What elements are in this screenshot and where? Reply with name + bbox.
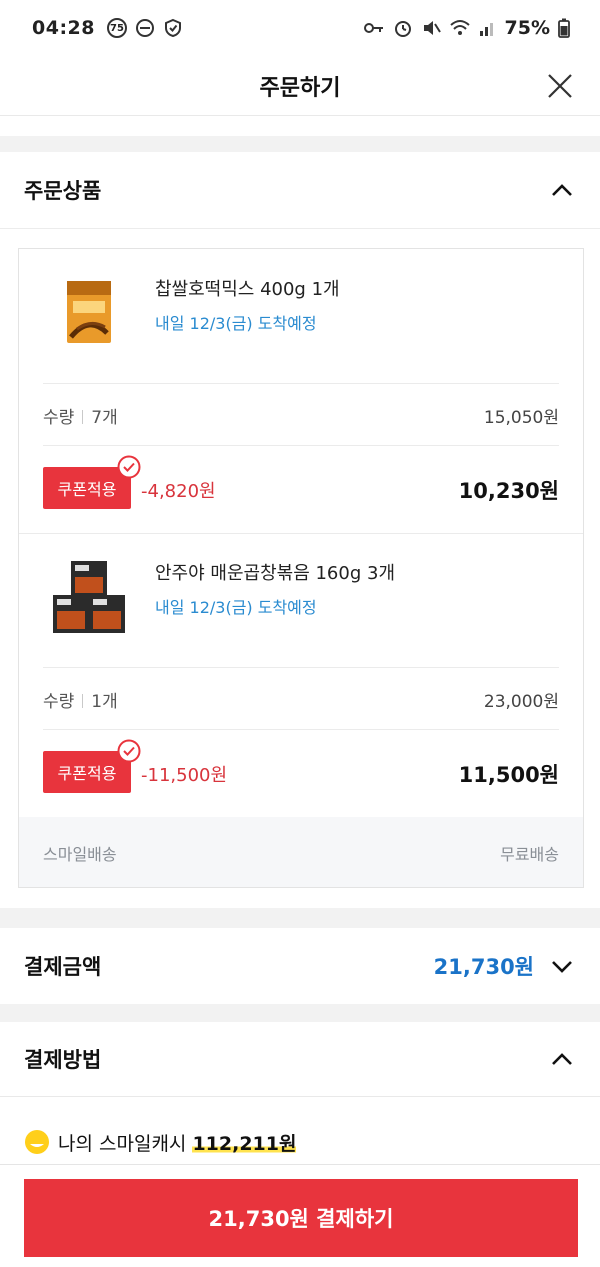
payment-method-title: 결제방법 <box>24 1048 102 1072</box>
close-icon[interactable] <box>544 70 576 102</box>
chevron-up-icon[interactable] <box>548 176 576 204</box>
section-divider <box>0 1004 600 1022</box>
divider <box>43 383 559 384</box>
order-item: 안주야 매운곱창볶음 160g 3개 내일 12/3(금) 도착예정 수량 1개 … <box>19 533 583 817</box>
shipping-method: 스마일배송 <box>43 845 117 864</box>
dnd-icon <box>135 19 154 37</box>
wifi-icon <box>449 20 470 35</box>
divider <box>0 228 600 229</box>
product-thumbnail <box>67 281 111 343</box>
product-row[interactable]: 안주야 매운곱창볶음 160g 3개 내일 12/3(금) 도착예정 <box>19 533 583 667</box>
discount-amount: -4,820원 <box>141 481 216 502</box>
battery-icon <box>558 18 570 38</box>
order-section-title: 주문상품 <box>24 179 102 203</box>
order-section-header[interactable]: 주문상품 <box>0 152 600 228</box>
quantity-value: 1개 <box>91 692 118 712</box>
alarm-icon <box>394 21 411 37</box>
smile-cash-amount: 112,211원 <box>192 1133 297 1155</box>
chevron-down-icon[interactable] <box>548 952 576 980</box>
payment-method-header[interactable]: 결제방법 <box>0 1022 600 1096</box>
discount-amount: -11,500원 <box>141 765 228 786</box>
check-circle-icon <box>117 455 141 479</box>
quantity-label-text: 수량 <box>43 692 75 712</box>
shipping-row: 스마일배송 무료배송 <box>19 817 583 887</box>
status-bar: 04:28 75 75% <box>0 0 600 56</box>
status-time: 04:28 <box>32 17 95 39</box>
divider <box>43 729 559 730</box>
delivery-estimate: 내일 12/3(금) 도착예정 <box>155 598 317 617</box>
signal-icon <box>479 23 493 36</box>
check-circle-icon <box>117 739 141 763</box>
quantity-label-text: 수량 <box>43 408 75 428</box>
shipping-fee: 무료배송 <box>500 845 559 864</box>
pay-button[interactable]: 21,730원 결제하기 <box>24 1179 578 1257</box>
chevron-up-icon[interactable] <box>548 1045 576 1073</box>
product-name: 안주야 매운곱창볶음 160g 3개 <box>155 563 395 584</box>
quantity-label: 수량 1개 <box>43 687 118 712</box>
divider <box>43 445 559 446</box>
final-price: 11,500원 <box>458 763 559 787</box>
quantity-value: 7개 <box>91 408 118 428</box>
shield-icon <box>164 18 181 38</box>
quantity-label: 수량 7개 <box>43 403 118 428</box>
order-items-box: 찹쌀호떡믹스 400g 1개 내일 12/3(금) 도착예정 수량 7개 15,0… <box>18 248 584 888</box>
product-name: 찹쌀호떡믹스 400g 1개 <box>155 279 340 300</box>
final-price: 10,230원 <box>458 479 559 503</box>
order-item: 찹쌀호떡믹스 400g 1개 내일 12/3(금) 도착예정 수량 7개 15,0… <box>19 249 583 533</box>
battery-percent: 75% <box>504 17 550 39</box>
payment-amount-title: 결제금액 <box>24 955 102 979</box>
divider <box>43 667 559 668</box>
page-title: 주문하기 <box>259 75 341 101</box>
smile-cash-label-text: 나의 스마일캐시 <box>58 1133 187 1155</box>
payment-amount-value: 21,730원 <box>433 955 534 979</box>
page-header: 주문하기 <box>0 56 600 116</box>
smile-cash-label: 나의 스마일캐시 112,211원 <box>58 1129 297 1156</box>
smile-cash-icon <box>25 1130 49 1154</box>
notification-badge-icon: 75 <box>106 18 127 38</box>
delivery-estimate: 내일 12/3(금) 도착예정 <box>155 314 317 333</box>
product-row[interactable]: 찹쌀호떡믹스 400g 1개 내일 12/3(금) 도착예정 <box>19 249 583 383</box>
key-icon <box>363 23 383 33</box>
section-divider <box>0 136 600 152</box>
subtotal-price: 15,050원 <box>483 408 559 428</box>
mute-icon <box>423 21 441 35</box>
section-divider <box>0 908 600 928</box>
subtotal-price: 23,000원 <box>483 692 559 712</box>
product-thumbnail <box>53 561 125 633</box>
pay-bar: 21,730원 결제하기 <box>0 1164 600 1267</box>
payment-amount-header[interactable]: 결제금액 21,730원 <box>0 928 600 1004</box>
